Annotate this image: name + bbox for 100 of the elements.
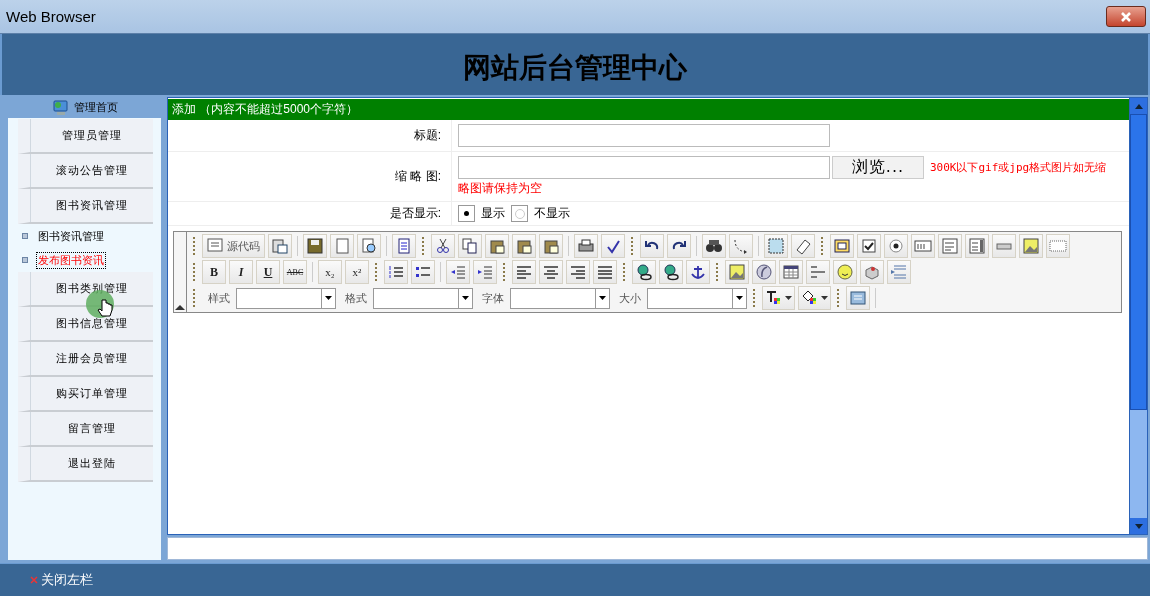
align-right-icon (569, 263, 587, 281)
dropdown-arrow-icon (599, 296, 606, 300)
clipboard-icon (515, 237, 533, 255)
toolbar-button[interactable] (857, 234, 881, 258)
upload-hint: 300K以下gif或jpg格式图片如无缩 (930, 160, 1107, 175)
sidebar-link[interactable]: 图书资讯管理 (36, 227, 106, 245)
window-icon (849, 289, 867, 307)
sidebar-menu-item[interactable]: 滚动公告管理 (18, 154, 153, 189)
align-left-icon (515, 263, 533, 281)
toolbar-button[interactable] (884, 234, 908, 258)
form-icon (833, 237, 851, 255)
sidebar-menu-item[interactable]: 退出登陆 (18, 447, 153, 482)
justify-icon (596, 263, 614, 281)
toolbar-button[interactable] (702, 234, 726, 258)
toolbar-button[interactable] (431, 234, 455, 258)
dropdown-label: 格式 (345, 290, 367, 306)
toolbar-button[interactable] (411, 260, 435, 284)
site-title: 网站后台管理中心 (463, 50, 687, 86)
table-icon (782, 263, 800, 281)
format-button[interactable]: I (229, 260, 253, 284)
format-button[interactable]: U (256, 260, 280, 284)
dropdown-arrow-icon (462, 296, 469, 300)
caret-icon (785, 296, 792, 300)
toolbar-button[interactable] (303, 234, 327, 258)
printer-icon (577, 237, 595, 255)
field-label: 缩 略 图: (168, 152, 452, 201)
format-button[interactable]: B (202, 260, 226, 284)
dropdown-arrow-icon (325, 296, 332, 300)
field-label: 是否显示: (168, 202, 452, 225)
format-button[interactable]: x² (345, 260, 369, 284)
toolbar-button[interactable] (640, 234, 664, 258)
image-icon (728, 263, 746, 281)
sidebar-link[interactable]: 发布图书资讯 (36, 251, 106, 269)
text-field-icon (914, 237, 932, 255)
paste-icon (271, 237, 289, 255)
page-magnifier-icon (360, 237, 378, 255)
clipboard-icon (542, 237, 560, 255)
sidebar-menu-item[interactable]: 留言管理 (18, 412, 153, 447)
globe-link-icon (662, 263, 680, 281)
sidebar-menu-item[interactable]: 图书资讯管理 (18, 189, 153, 224)
dropdown[interactable] (510, 287, 610, 309)
close-button[interactable] (1106, 6, 1146, 27)
binoculars-icon (705, 237, 723, 255)
text-color-icon (765, 289, 783, 307)
list-box-icon (968, 237, 986, 255)
vertical-scrollbar[interactable] (1130, 98, 1147, 534)
outdent-icon (449, 263, 467, 281)
toolbar-button[interactable] (601, 234, 625, 258)
select-all-icon (767, 237, 785, 255)
dropdown[interactable] (236, 287, 336, 309)
caret-icon (821, 296, 828, 300)
source-code-button[interactable]: 源代码 (202, 234, 265, 258)
window-title: Web Browser (6, 8, 96, 25)
scrollbar-thumb[interactable] (1130, 114, 1147, 410)
sidebar-menu-item[interactable]: 注册会员管理 (18, 342, 153, 377)
upload-note: 略图请保持为空 (458, 180, 543, 197)
document-icon (395, 237, 413, 255)
smiley-icon (836, 263, 854, 281)
copy-icon (461, 237, 479, 255)
text-color-button[interactable] (762, 286, 795, 310)
background-color-button[interactable] (798, 286, 831, 310)
format-button[interactable]: x₂ (318, 260, 342, 284)
clipboard-icon (488, 237, 506, 255)
file-path-field[interactable] (458, 156, 830, 179)
align-center-icon (542, 263, 560, 281)
browse-button[interactable]: 浏览... (832, 156, 924, 179)
radio-button[interactable] (511, 205, 528, 222)
bullet-icon (22, 233, 28, 239)
sidebar-menu-item[interactable]: 管理员管理 (18, 119, 153, 154)
dropdown-label: 样式 (208, 290, 230, 306)
toolbar-button[interactable] (659, 260, 683, 284)
radio-label: 显示 (481, 205, 505, 222)
toolbar-button[interactable] (667, 234, 691, 258)
sidebar-menu-item[interactable]: 购买订单管理 (18, 377, 153, 412)
radio-button[interactable] (458, 205, 475, 222)
toolbar-button[interactable] (632, 260, 656, 284)
close-sidebar-link[interactable]: 关闭左栏 (30, 571, 93, 589)
sidebar-menu-item[interactable]: 图书类别管理 (18, 272, 153, 307)
toolbar-button[interactable] (686, 260, 710, 284)
format-button[interactable]: ABC (283, 260, 307, 284)
globe-link-icon (635, 263, 653, 281)
sidebar-menu-item[interactable]: 图书信息管理 (18, 307, 153, 342)
scissors-icon (434, 237, 452, 255)
anchor-icon (689, 263, 707, 281)
form-heading: 添加 （内容不能超过5000个字符） (168, 99, 1129, 120)
computer-icon (51, 99, 70, 116)
close-icon (30, 576, 38, 584)
horizontal-rule-icon (809, 263, 827, 281)
numbered-list-icon (387, 263, 405, 281)
image-icon (1022, 237, 1040, 255)
flash-icon (755, 263, 773, 281)
collapse-icon[interactable] (175, 304, 185, 310)
scroll-down-icon[interactable] (1134, 523, 1143, 529)
scroll-up-icon[interactable] (1134, 103, 1143, 109)
toolbar-button[interactable] (779, 260, 803, 284)
new-page-icon (333, 237, 351, 255)
dropdown-arrow-icon (736, 296, 743, 300)
field-label: 标题: (168, 120, 452, 151)
indent-icon (476, 263, 494, 281)
title-input-field[interactable] (458, 124, 830, 147)
